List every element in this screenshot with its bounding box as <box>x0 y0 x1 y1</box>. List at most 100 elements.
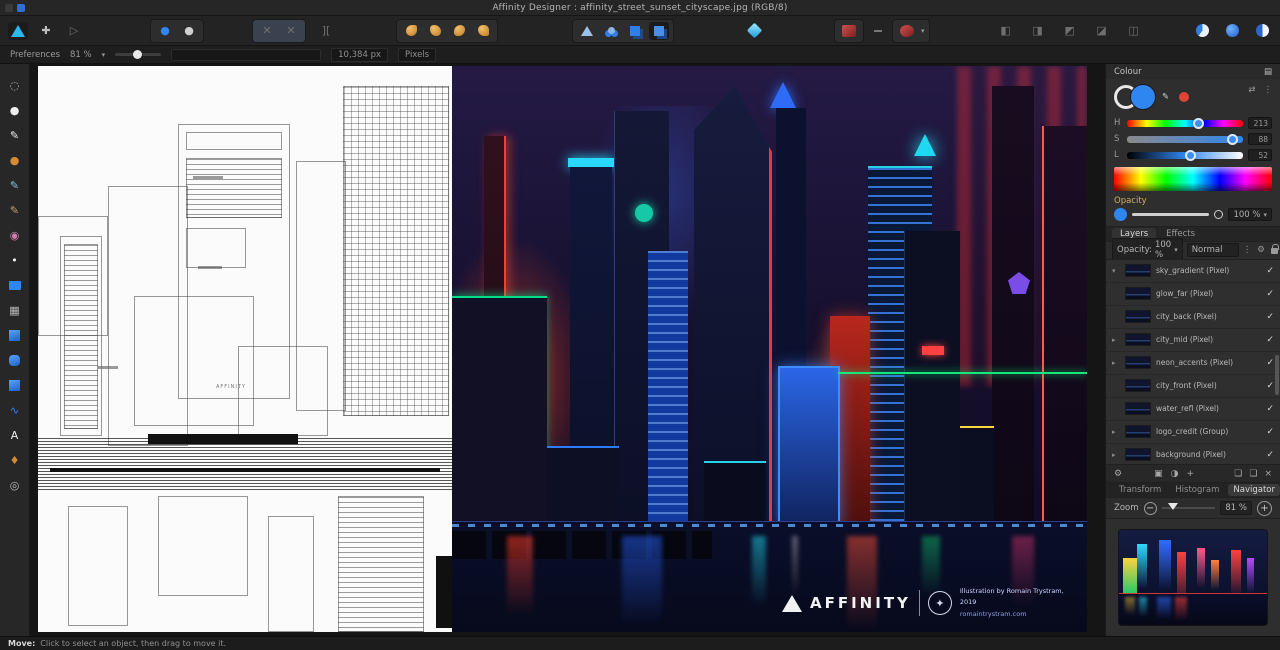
mask-layer-icon[interactable]: ▣ <box>1154 469 1163 479</box>
layer-row[interactable]: ▸ logo_credit (Group) ✓ <box>1106 421 1280 444</box>
snapping-options-icon[interactable]: ✕ <box>281 22 301 40</box>
opacity-value[interactable]: 100 % ▾ <box>1228 208 1272 221</box>
fill-tool[interactable]: ◉ <box>4 226 26 244</box>
window-menu-icon[interactable] <box>17 4 25 12</box>
geometry-intersect-icon[interactable] <box>625 22 645 40</box>
expand-caret-icon[interactable]: ▸ <box>1112 359 1120 367</box>
move-backward-icon[interactable] <box>449 22 469 40</box>
visibility-check-icon[interactable]: ✓ <box>1266 450 1274 460</box>
stroke-style-icon[interactable] <box>839 22 859 40</box>
transform-icon[interactable]: ◫ <box>1124 22 1144 40</box>
layer-thumbnail[interactable] <box>1125 379 1151 393</box>
visibility-check-icon[interactable]: ✓ <box>1266 266 1274 276</box>
visibility-check-icon[interactable]: ✓ <box>1266 335 1274 345</box>
current-colour-dot[interactable] <box>1114 208 1127 221</box>
designer-persona-button[interactable] <box>8 21 28 40</box>
align-right-icon[interactable]: ◩ <box>1060 22 1080 40</box>
brush-tool[interactable]: ✎ <box>4 201 26 219</box>
split-view-icon[interactable] <box>1192 22 1212 40</box>
vector-view-icon[interactable] <box>1252 22 1272 40</box>
chevron-down-icon[interactable]: ▾ <box>1263 211 1267 219</box>
slider-handle[interactable] <box>1214 210 1224 219</box>
layer-row[interactable]: ▸ city_mid (Pixel) ✓ <box>1106 329 1280 352</box>
geometry-divide-icon[interactable] <box>649 21 669 40</box>
node-persona-icon[interactable]: ▷ <box>64 22 84 40</box>
add-pixel-layer-icon[interactable]: + <box>1186 469 1194 479</box>
layer-name[interactable]: logo_credit (Group) <box>1156 427 1261 436</box>
insert-inside-icon[interactable]: ● <box>155 22 175 40</box>
expand-caret-icon[interactable]: ▾ <box>1112 267 1120 275</box>
zoom-in-icon[interactable]: + <box>1257 500 1272 516</box>
grid-tool[interactable]: ▦ <box>4 301 26 319</box>
layer-row[interactable]: ▸ neon_accents (Pixel) ✓ <box>1106 352 1280 375</box>
delete-layer-icon[interactable]: × <box>1264 469 1272 479</box>
layer-opacity-control[interactable]: Opacity: 100 % ▾ <box>1112 238 1183 263</box>
slider-handle[interactable] <box>1167 503 1178 511</box>
assets-options-icon[interactable]: ][ <box>316 22 336 40</box>
chevron-down-icon[interactable]: ▾ <box>102 51 106 59</box>
layer-row[interactable]: city_front (Pixel) ✓ <box>1106 375 1280 398</box>
layer-name[interactable]: neon_accents (Pixel) <box>1156 358 1261 367</box>
kebab-menu-icon[interactable]: ⋮ <box>1264 85 1273 95</box>
expand-caret-icon[interactable]: ▸ <box>1112 428 1120 436</box>
tab-transform[interactable]: Transform <box>1114 484 1166 496</box>
layer-thumbnail[interactable] <box>1125 402 1151 416</box>
context-slider[interactable] <box>115 50 162 59</box>
rectangle-tool[interactable] <box>4 326 26 344</box>
hue-slider[interactable] <box>1127 117 1243 129</box>
distribute-icon[interactable]: ◪ <box>1092 22 1112 40</box>
visibility-check-icon[interactable]: ✓ <box>1266 358 1274 368</box>
curve-shape-tool[interactable]: ∿ <box>4 401 26 419</box>
rounded-rectangle-tool[interactable] <box>4 351 26 369</box>
move-to-back-icon[interactable] <box>473 22 493 40</box>
layer-name[interactable]: city_mid (Pixel) <box>1156 335 1261 344</box>
node-tool[interactable]: ✎ <box>4 126 26 144</box>
units-dropdown[interactable]: Pixels <box>398 47 437 62</box>
visibility-check-icon[interactable]: ✓ <box>1266 381 1274 391</box>
swap-colours-icon[interactable]: ⇄ <box>1248 85 1255 95</box>
zoom-slider[interactable] <box>1161 503 1216 511</box>
colour-picker-tool[interactable]: ♦ <box>4 451 26 469</box>
layer-name[interactable]: background (Pixel) <box>1156 450 1261 459</box>
wireframe-view[interactable]: AFFINITY <box>38 66 452 632</box>
duplicate-layer-icon[interactable]: ❏ <box>1249 469 1257 479</box>
move-forward-icon[interactable] <box>425 22 445 40</box>
navigator-preview[interactable] <box>1118 529 1268 626</box>
layer-thumbnail[interactable] <box>1125 264 1151 278</box>
window-controls[interactable] <box>5 4 25 12</box>
opacity-slider[interactable] <box>1132 213 1210 216</box>
context-label[interactable]: Preferences <box>10 50 60 60</box>
layer-thumbnail[interactable] <box>1125 287 1151 301</box>
lock-icon[interactable] <box>1270 244 1279 255</box>
kebab-menu-icon[interactable]: ⋮ <box>1243 245 1252 255</box>
visibility-check-icon[interactable]: ✓ <box>1266 289 1274 299</box>
pixel-view-icon[interactable] <box>1222 22 1242 40</box>
move-persona-icon[interactable]: ✚ <box>36 22 56 40</box>
layer-thumbnail[interactable] <box>1125 448 1151 462</box>
slider-handle[interactable] <box>1185 149 1196 161</box>
layer-row[interactable]: glow_far (Pixel) ✓ <box>1106 283 1280 306</box>
layer-thumbnail[interactable] <box>1125 425 1151 439</box>
visibility-check-icon[interactable]: ✓ <box>1266 404 1274 414</box>
move-to-front-icon[interactable] <box>401 22 421 40</box>
stroke-colour-icon[interactable] <box>897 22 917 40</box>
layer-name[interactable]: city_front (Pixel) <box>1156 381 1261 390</box>
tab-navigator[interactable]: Navigator <box>1228 484 1280 497</box>
layer-row[interactable]: water_refl (Pixel) ✓ <box>1106 398 1280 421</box>
stroke-colour-dot[interactable] <box>1179 92 1190 102</box>
zoom-out-icon[interactable]: − <box>1143 501 1157 515</box>
lightness-slider[interactable] <box>1127 149 1243 161</box>
visibility-check-icon[interactable]: ✓ <box>1266 427 1274 437</box>
slider-handle[interactable] <box>133 50 143 59</box>
hue-value[interactable]: 213 <box>1248 117 1272 129</box>
zoom-value[interactable]: 81 % <box>1220 501 1252 516</box>
saturation-slider[interactable] <box>1127 133 1243 145</box>
pencil-tool[interactable]: ✎ <box>4 176 26 194</box>
layer-row[interactable]: city_back (Pixel) ✓ <box>1106 306 1280 329</box>
colour-spectrum[interactable] <box>1114 167 1272 191</box>
visibility-check-icon[interactable]: ✓ <box>1266 312 1274 322</box>
panel-menu-icon[interactable]: ▤ <box>1264 67 1272 77</box>
layers-scrollbar[interactable] <box>1275 354 1279 395</box>
tab-histogram[interactable]: Histogram <box>1170 484 1224 496</box>
expand-caret-icon[interactable]: ▸ <box>1112 451 1120 459</box>
